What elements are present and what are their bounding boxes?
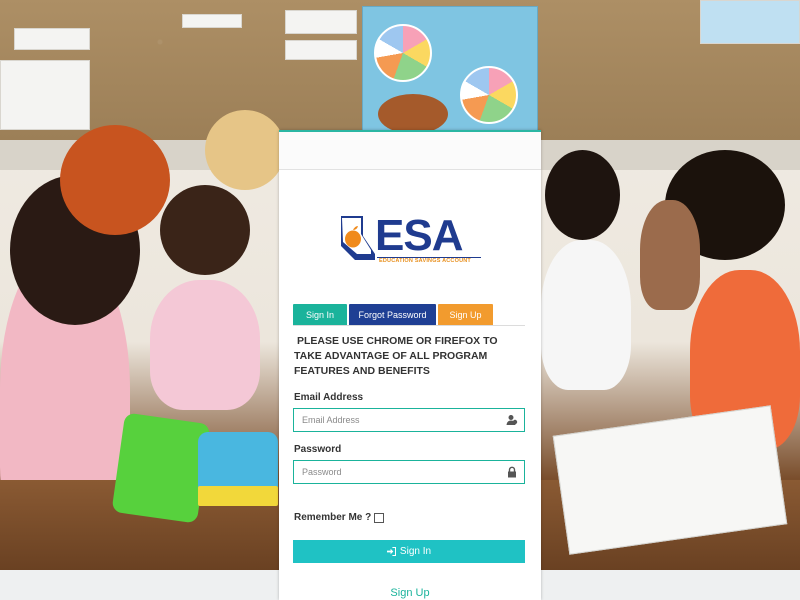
board-paper [182,14,242,28]
green-pencil-case [111,412,211,524]
board-paper [0,60,90,130]
board-paper [14,28,90,50]
sign-in-icon [386,547,396,556]
child-figure [150,280,260,410]
child-hair [60,125,170,235]
sign-in-button-label: Sign In [399,546,432,557]
board-paper [700,0,800,44]
tab-sign-in[interactable]: Sign In [293,304,347,325]
remember-me-checkbox[interactable] [374,512,385,523]
tab-sign-up[interactable]: Sign Up [438,304,493,325]
panel-header [279,132,541,170]
esa-logo: ESA EDUCATION SAVINGS ACCOUNT [341,211,481,268]
child-hair [205,110,285,190]
tab-forgot-password[interactable]: Forgot Password [349,304,436,325]
auth-tabs: Sign In Forgot Password Sign Up [293,304,525,326]
child-hair [160,185,250,275]
browser-notice: PLEASE USE CHROME OR FIREFOX TO TAKE ADV… [294,335,498,377]
logo-text: ESA [375,211,463,260]
child-figure [640,200,700,310]
sign-up-link[interactable]: Sign Up [279,587,541,599]
child-figure [541,240,631,390]
email-input[interactable] [294,409,494,431]
child-hair [545,150,620,240]
child-hair [378,94,448,134]
password-label: Password [294,444,342,455]
login-panel: ESA EDUCATION SAVINGS ACCOUNT Sign In Fo… [279,130,541,600]
logo-tagline: EDUCATION SAVINGS ACCOUNT [379,258,471,264]
board-paper [285,40,357,60]
email-field-wrapper [293,408,525,432]
pie-wheel-decoration [374,24,432,82]
lock-icon [508,466,516,478]
sign-in-button[interactable]: Sign In [293,540,525,563]
password-input[interactable] [294,461,494,483]
remember-me-label: Remember Me ? [294,512,372,523]
password-field-wrapper [293,460,525,484]
remember-me: Remember Me ? [294,512,385,523]
user-icon [506,415,518,425]
nevada-apple-logo-icon [341,216,375,260]
pie-wheel-decoration [460,66,518,124]
email-label: Email Address [294,392,364,403]
board-paper [285,10,357,34]
yellow-book [198,486,278,506]
